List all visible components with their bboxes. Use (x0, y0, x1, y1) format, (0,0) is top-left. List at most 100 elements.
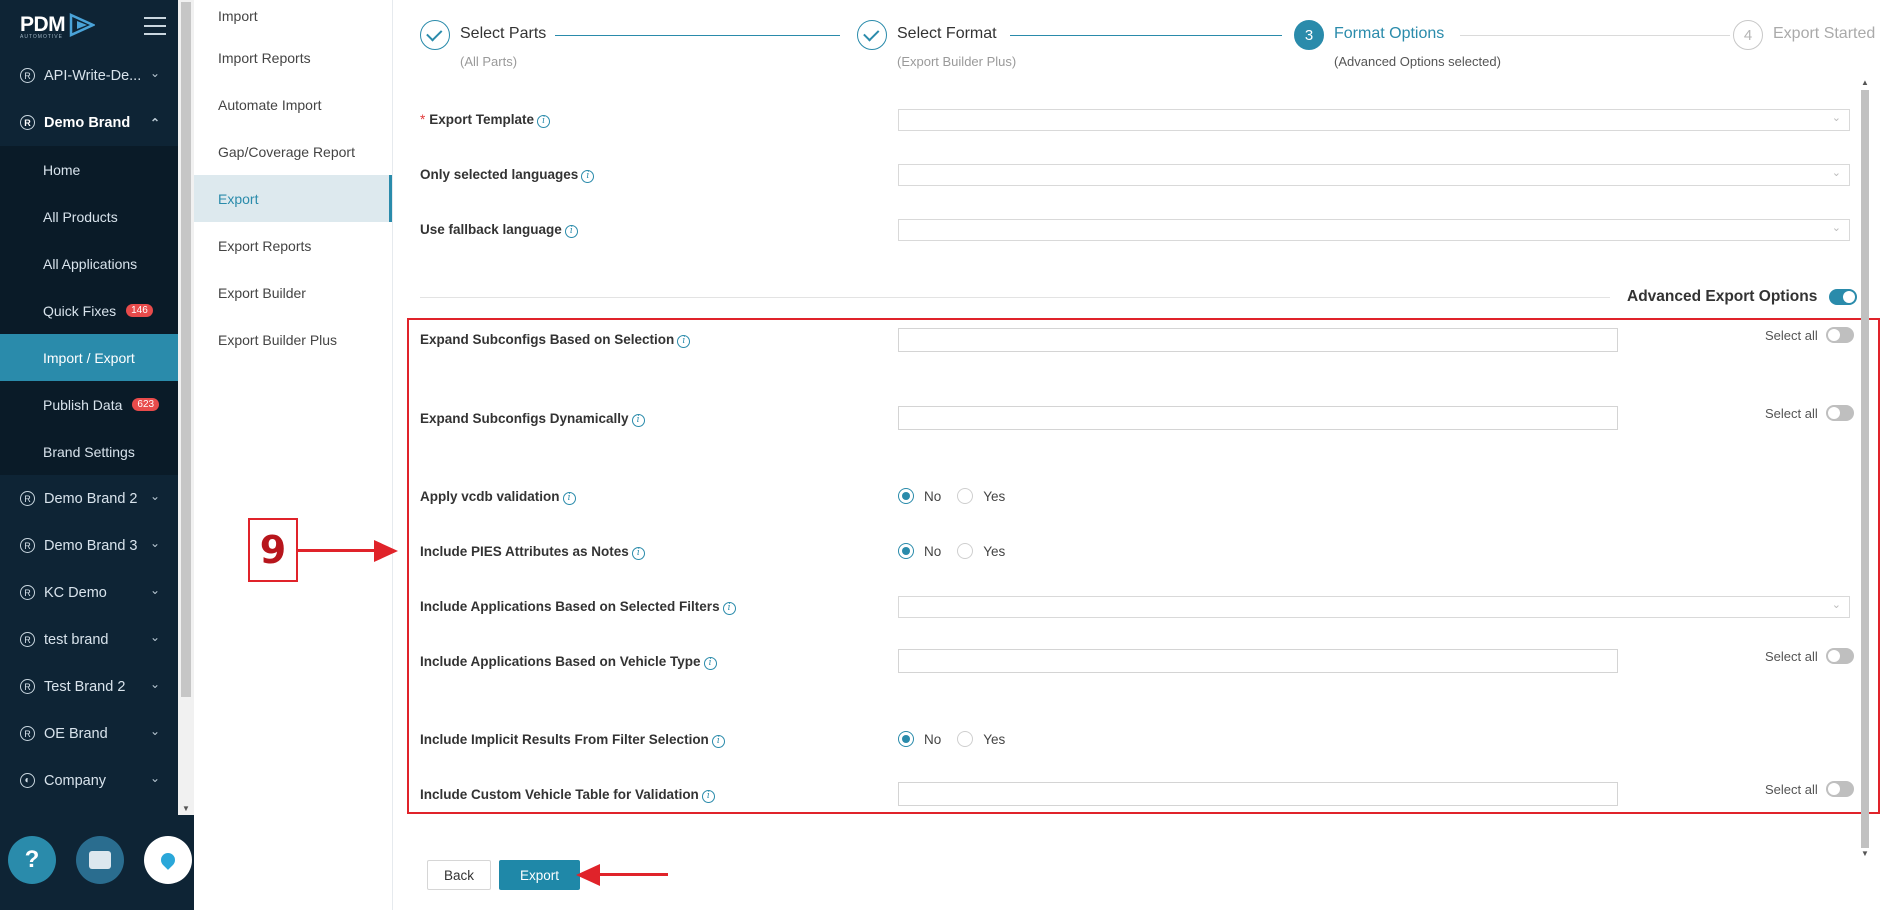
expand-subconfigs-dynamically-input[interactable] (898, 406, 1618, 430)
nav-item-quick-fixes[interactable]: Quick Fixes 146 (0, 287, 178, 334)
main-scrollbar-thumb[interactable] (1861, 90, 1869, 848)
location-pin-icon (158, 850, 178, 870)
submenu-item-export-builder-plus[interactable]: Export Builder Plus (194, 316, 392, 363)
step-export-started[interactable]: 4 Export Started (1733, 20, 1875, 50)
nav-item-all-applications[interactable]: All Applications (0, 240, 178, 287)
include-apps-vehicle-type-input[interactable] (898, 649, 1618, 673)
export-template-label: * Export Template i (420, 112, 551, 128)
radio-yes[interactable] (957, 731, 974, 747)
info-icon[interactable]: i (564, 225, 578, 238)
info-icon[interactable]: i (631, 414, 645, 427)
chevron-down-icon: ⌄ (149, 724, 160, 738)
nav-item-label: KC Demo (44, 584, 107, 601)
submenu-item-import[interactable]: Import (194, 0, 392, 34)
use-fallback-language-label: Use fallback language i (420, 222, 578, 238)
submenu-item-import-reports[interactable]: Import Reports (194, 34, 392, 81)
submenu-item-automate-import[interactable]: Automate Import (194, 81, 392, 128)
submenu-item-gap-coverage-report[interactable]: Gap/Coverage Report (194, 128, 392, 175)
info-icon[interactable]: i (581, 170, 595, 183)
nav-item-label: Demo Brand 2 (44, 490, 138, 507)
nav-brand-demo-brand-3[interactable]: R Demo Brand 3 ⌄ (0, 522, 178, 569)
info-icon[interactable]: i (711, 735, 725, 748)
pdm-logo[interactable]: PDM AUTOMOTIVE (20, 12, 96, 40)
nav-item-import-export[interactable]: Import / Export (0, 334, 178, 381)
select-all-toggle[interactable] (1825, 781, 1854, 797)
radio-no[interactable] (898, 543, 914, 559)
nav-brand-demo-brand[interactable]: R Demo Brand ⌃ (0, 99, 178, 146)
demo-brand-submenu: Home All Products All Applications Quick… (0, 146, 178, 475)
radio-no[interactable] (898, 731, 914, 747)
main-scrollbar[interactable]: ▲ ▼ (1857, 76, 1873, 858)
use-fallback-language-select[interactable]: ⌄ (898, 219, 1850, 241)
back-button[interactable]: Back (427, 860, 492, 890)
step-select-format[interactable]: Select Format (Export Builder Plus) (857, 20, 1016, 69)
nav-brand-api-write[interactable]: R API-Write-De... ⌄ (0, 52, 178, 99)
nav-item-label: Brand Settings (43, 443, 135, 460)
radio-no[interactable] (898, 488, 914, 504)
radio-label-yes: Yes (983, 543, 1006, 559)
collapse-menu-icon[interactable] (144, 17, 166, 35)
nav-scroll-area[interactable]: PDM AUTOMOTIVE R API-Write-De... ⌄ R Dem… (0, 0, 178, 815)
export-steps: Select Parts (All Parts) Select Format (… (420, 20, 1880, 80)
select-all-toggle[interactable] (1825, 648, 1854, 664)
radio-label-no: No (924, 488, 942, 504)
nav-item-label: Home (43, 161, 81, 178)
expand-subconfigs-selection-label: Expand Subconfigs Based on Selection i (420, 332, 691, 348)
chevron-down-icon: ⌄ (1831, 599, 1841, 611)
radio-label-yes: Yes (983, 488, 1006, 504)
logo-text: PDM (20, 12, 66, 36)
radio-yes[interactable] (957, 543, 974, 559)
submenu-item-export[interactable]: Export (194, 175, 392, 222)
nav-brand-test-brand-2[interactable]: R Test Brand 2 ⌄ (0, 663, 178, 710)
step-format-options[interactable]: 3 Format Options (Advanced Options selec… (1294, 20, 1501, 69)
nav-item-all-products[interactable]: All Products (0, 193, 178, 240)
nav-brand-demo-brand-2[interactable]: R Demo Brand 2 ⌄ (0, 475, 178, 522)
help-button[interactable]: ? (8, 836, 56, 884)
info-icon[interactable]: i (537, 115, 551, 128)
nav-scrollbar[interactable]: ▼ (178, 0, 194, 815)
nav-brand-kc-demo[interactable]: R KC Demo ⌄ (0, 569, 178, 616)
info-icon[interactable]: i (631, 547, 645, 560)
registered-icon: R (20, 115, 35, 130)
export-template-select[interactable]: ⌄ (898, 109, 1850, 131)
location-button[interactable] (144, 836, 192, 884)
scroll-up-arrow-icon[interactable]: ▲ (1861, 78, 1869, 87)
nav-item-home[interactable]: Home (0, 146, 178, 193)
info-icon[interactable]: i (562, 492, 576, 505)
step-connector (1010, 35, 1282, 36)
nav-scrollbar-thumb[interactable] (181, 2, 191, 697)
info-icon[interactable]: i (703, 657, 717, 670)
info-icon[interactable]: i (722, 602, 736, 615)
submenu-item-export-reports[interactable]: Export Reports (194, 222, 392, 269)
nav-brand-oe-brand[interactable]: R OE Brand ⌄ (0, 710, 178, 757)
export-button[interactable]: Export (499, 860, 581, 890)
scroll-down-arrow-icon[interactable]: ▼ (1861, 849, 1869, 858)
select-all-label: Select all (1765, 781, 1818, 797)
nav-item-label: Company (44, 772, 107, 789)
left-nav: PDM AUTOMOTIVE R API-Write-De... ⌄ R Dem… (0, 0, 194, 910)
radio-yes[interactable] (957, 488, 974, 504)
include-custom-vehicle-table-input[interactable] (898, 782, 1618, 806)
chevron-down-icon: ⌄ (1831, 222, 1841, 234)
step-select-parts[interactable]: Select Parts (All Parts) (420, 20, 546, 69)
nav-company[interactable]: ◐ Company ⌄ (0, 757, 178, 804)
radio-label-no: No (924, 543, 942, 559)
registered-icon: R (20, 679, 35, 694)
scroll-down-arrow-icon[interactable]: ▼ (182, 804, 190, 813)
select-all-toggle[interactable] (1825, 405, 1854, 421)
expand-subconfigs-selection-input[interactable] (898, 328, 1618, 352)
include-apps-selected-filters-select[interactable]: ⌄ (898, 596, 1850, 618)
chat-button[interactable] (76, 836, 124, 884)
info-icon[interactable]: i (677, 335, 691, 348)
advanced-export-options-toggle[interactable] (1829, 289, 1858, 305)
nav-item-publish-data[interactable]: Publish Data 623 (0, 381, 178, 428)
info-icon[interactable]: i (701, 790, 715, 803)
include-custom-vehicle-table-label: Include Custom Vehicle Table for Validat… (420, 787, 715, 803)
nav-brand-test-brand[interactable]: Rtest brand ⌄ (0, 616, 178, 663)
nav-item-brand-settings[interactable]: Brand Settings (0, 428, 178, 475)
only-selected-languages-select[interactable]: ⌄ (898, 164, 1850, 186)
select-all-toggle[interactable] (1825, 327, 1854, 343)
nav-item-label: Quick Fixes (43, 302, 117, 319)
chevron-down-icon: ⌄ (149, 630, 160, 644)
submenu-item-export-builder[interactable]: Export Builder (194, 269, 392, 316)
